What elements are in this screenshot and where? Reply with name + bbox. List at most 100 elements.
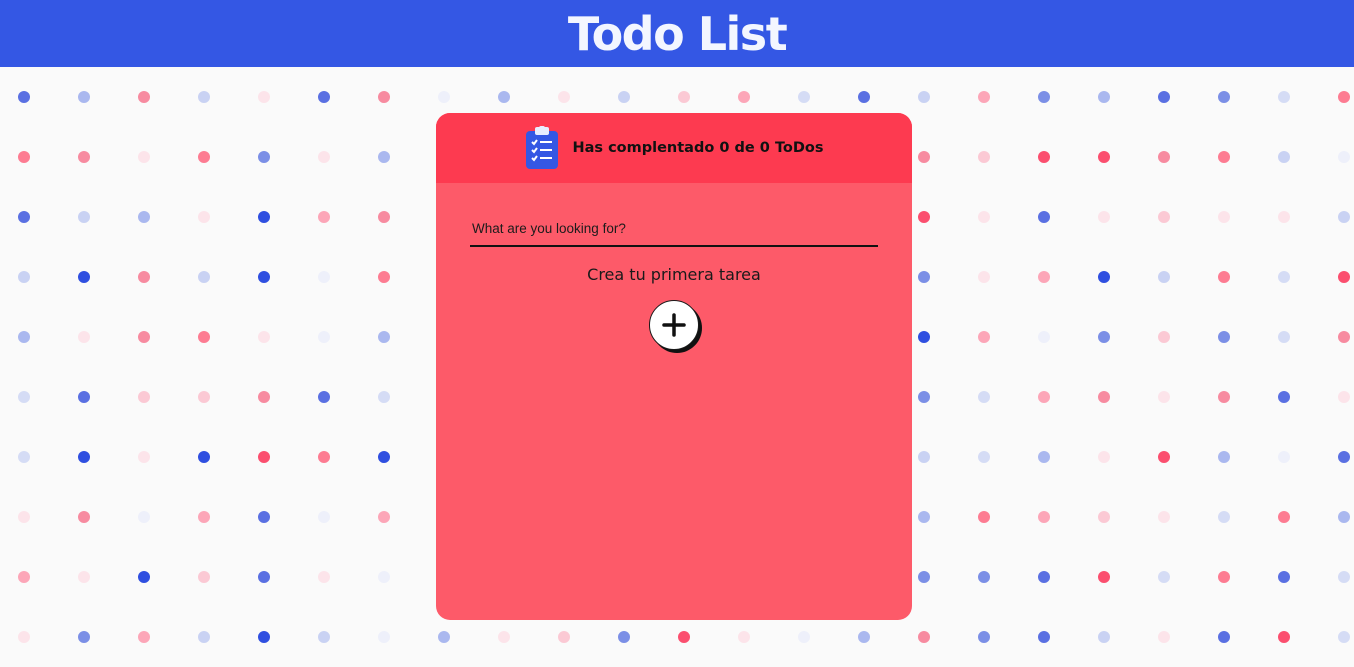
- background-dot: [918, 271, 930, 283]
- background-dot: [258, 271, 270, 283]
- background-dot: [18, 151, 30, 163]
- background-dot: [378, 511, 390, 523]
- background-dot: [1278, 631, 1290, 643]
- background-dot: [1158, 271, 1170, 283]
- background-dot: [798, 91, 810, 103]
- background-dot: [78, 151, 90, 163]
- background-dot: [318, 631, 330, 643]
- background-dot: [1338, 511, 1350, 523]
- background-dot: [918, 331, 930, 343]
- background-dot: [1158, 91, 1170, 103]
- background-dot: [678, 91, 690, 103]
- background-dot: [1278, 91, 1290, 103]
- background-dot: [258, 211, 270, 223]
- background-dot: [1218, 91, 1230, 103]
- background-dot: [1338, 451, 1350, 463]
- background-dot: [918, 571, 930, 583]
- background-dot: [78, 271, 90, 283]
- background-dot: [198, 391, 210, 403]
- background-dot: [978, 391, 990, 403]
- background-dot: [1278, 271, 1290, 283]
- background-dot: [258, 331, 270, 343]
- background-dot: [918, 631, 930, 643]
- background-dot: [258, 151, 270, 163]
- background-dot: [138, 571, 150, 583]
- background-dot: [1038, 211, 1050, 223]
- background-dot: [198, 631, 210, 643]
- background-dot: [78, 91, 90, 103]
- background-dot: [1098, 151, 1110, 163]
- background-dot: [1278, 391, 1290, 403]
- todo-counter: Has complentado 0 de 0 ToDos: [572, 140, 823, 156]
- background-dot: [18, 391, 30, 403]
- background-dot: [738, 631, 750, 643]
- total-count: 0: [759, 140, 770, 156]
- background-dot: [558, 631, 570, 643]
- background-dot: [1098, 451, 1110, 463]
- completed-count: 0: [719, 140, 730, 156]
- background-dot: [18, 571, 30, 583]
- search-input[interactable]: [470, 211, 878, 247]
- background-dot: [1098, 571, 1110, 583]
- background-dot: [618, 631, 630, 643]
- clipboard-checklist-icon: [526, 126, 559, 169]
- background-dot: [378, 451, 390, 463]
- background-dot: [318, 271, 330, 283]
- background-dot: [378, 91, 390, 103]
- todo-counter-bar: Has complentado 0 de 0 ToDos: [436, 113, 912, 183]
- background-dot: [18, 631, 30, 643]
- background-dot: [318, 91, 330, 103]
- background-dot: [438, 631, 450, 643]
- background-dot: [198, 211, 210, 223]
- background-dot: [258, 451, 270, 463]
- background-dot: [198, 451, 210, 463]
- background-dot: [438, 91, 450, 103]
- add-todo-button[interactable]: [649, 300, 699, 350]
- background-dot: [1038, 631, 1050, 643]
- background-dot: [318, 451, 330, 463]
- background-dot: [1278, 511, 1290, 523]
- background-dot: [1278, 151, 1290, 163]
- background-dot: [258, 511, 270, 523]
- background-dot: [978, 451, 990, 463]
- background-dot: [198, 151, 210, 163]
- background-dot: [1098, 91, 1110, 103]
- background-dot: [78, 631, 90, 643]
- background-dot: [138, 391, 150, 403]
- background-dot: [1038, 451, 1050, 463]
- background-dot: [978, 571, 990, 583]
- background-dot: [138, 451, 150, 463]
- background-dot: [138, 91, 150, 103]
- background-dot: [138, 211, 150, 223]
- background-dot: [378, 211, 390, 223]
- background-dot: [1038, 391, 1050, 403]
- background-dot: [378, 391, 390, 403]
- background-dot: [558, 91, 570, 103]
- background-dot: [858, 91, 870, 103]
- background-dot: [978, 211, 990, 223]
- background-dot: [1338, 631, 1350, 643]
- background-dot: [1278, 571, 1290, 583]
- background-dot: [918, 91, 930, 103]
- background-dot: [1158, 631, 1170, 643]
- background-dot: [18, 271, 30, 283]
- background-dot: [1338, 391, 1350, 403]
- background-dot: [1098, 331, 1110, 343]
- background-dot: [318, 511, 330, 523]
- background-dot: [1218, 151, 1230, 163]
- background-dot: [1338, 151, 1350, 163]
- background-dot: [18, 331, 30, 343]
- background-dot: [18, 211, 30, 223]
- background-dot: [198, 511, 210, 523]
- background-dot: [918, 511, 930, 523]
- background-dot: [978, 151, 990, 163]
- background-dot: [1098, 211, 1110, 223]
- background-dot: [1158, 211, 1170, 223]
- background-dot: [78, 511, 90, 523]
- background-dot: [198, 271, 210, 283]
- background-dot: [318, 331, 330, 343]
- background-dot: [978, 511, 990, 523]
- background-dot: [378, 151, 390, 163]
- background-dot: [78, 451, 90, 463]
- background-dot: [1038, 511, 1050, 523]
